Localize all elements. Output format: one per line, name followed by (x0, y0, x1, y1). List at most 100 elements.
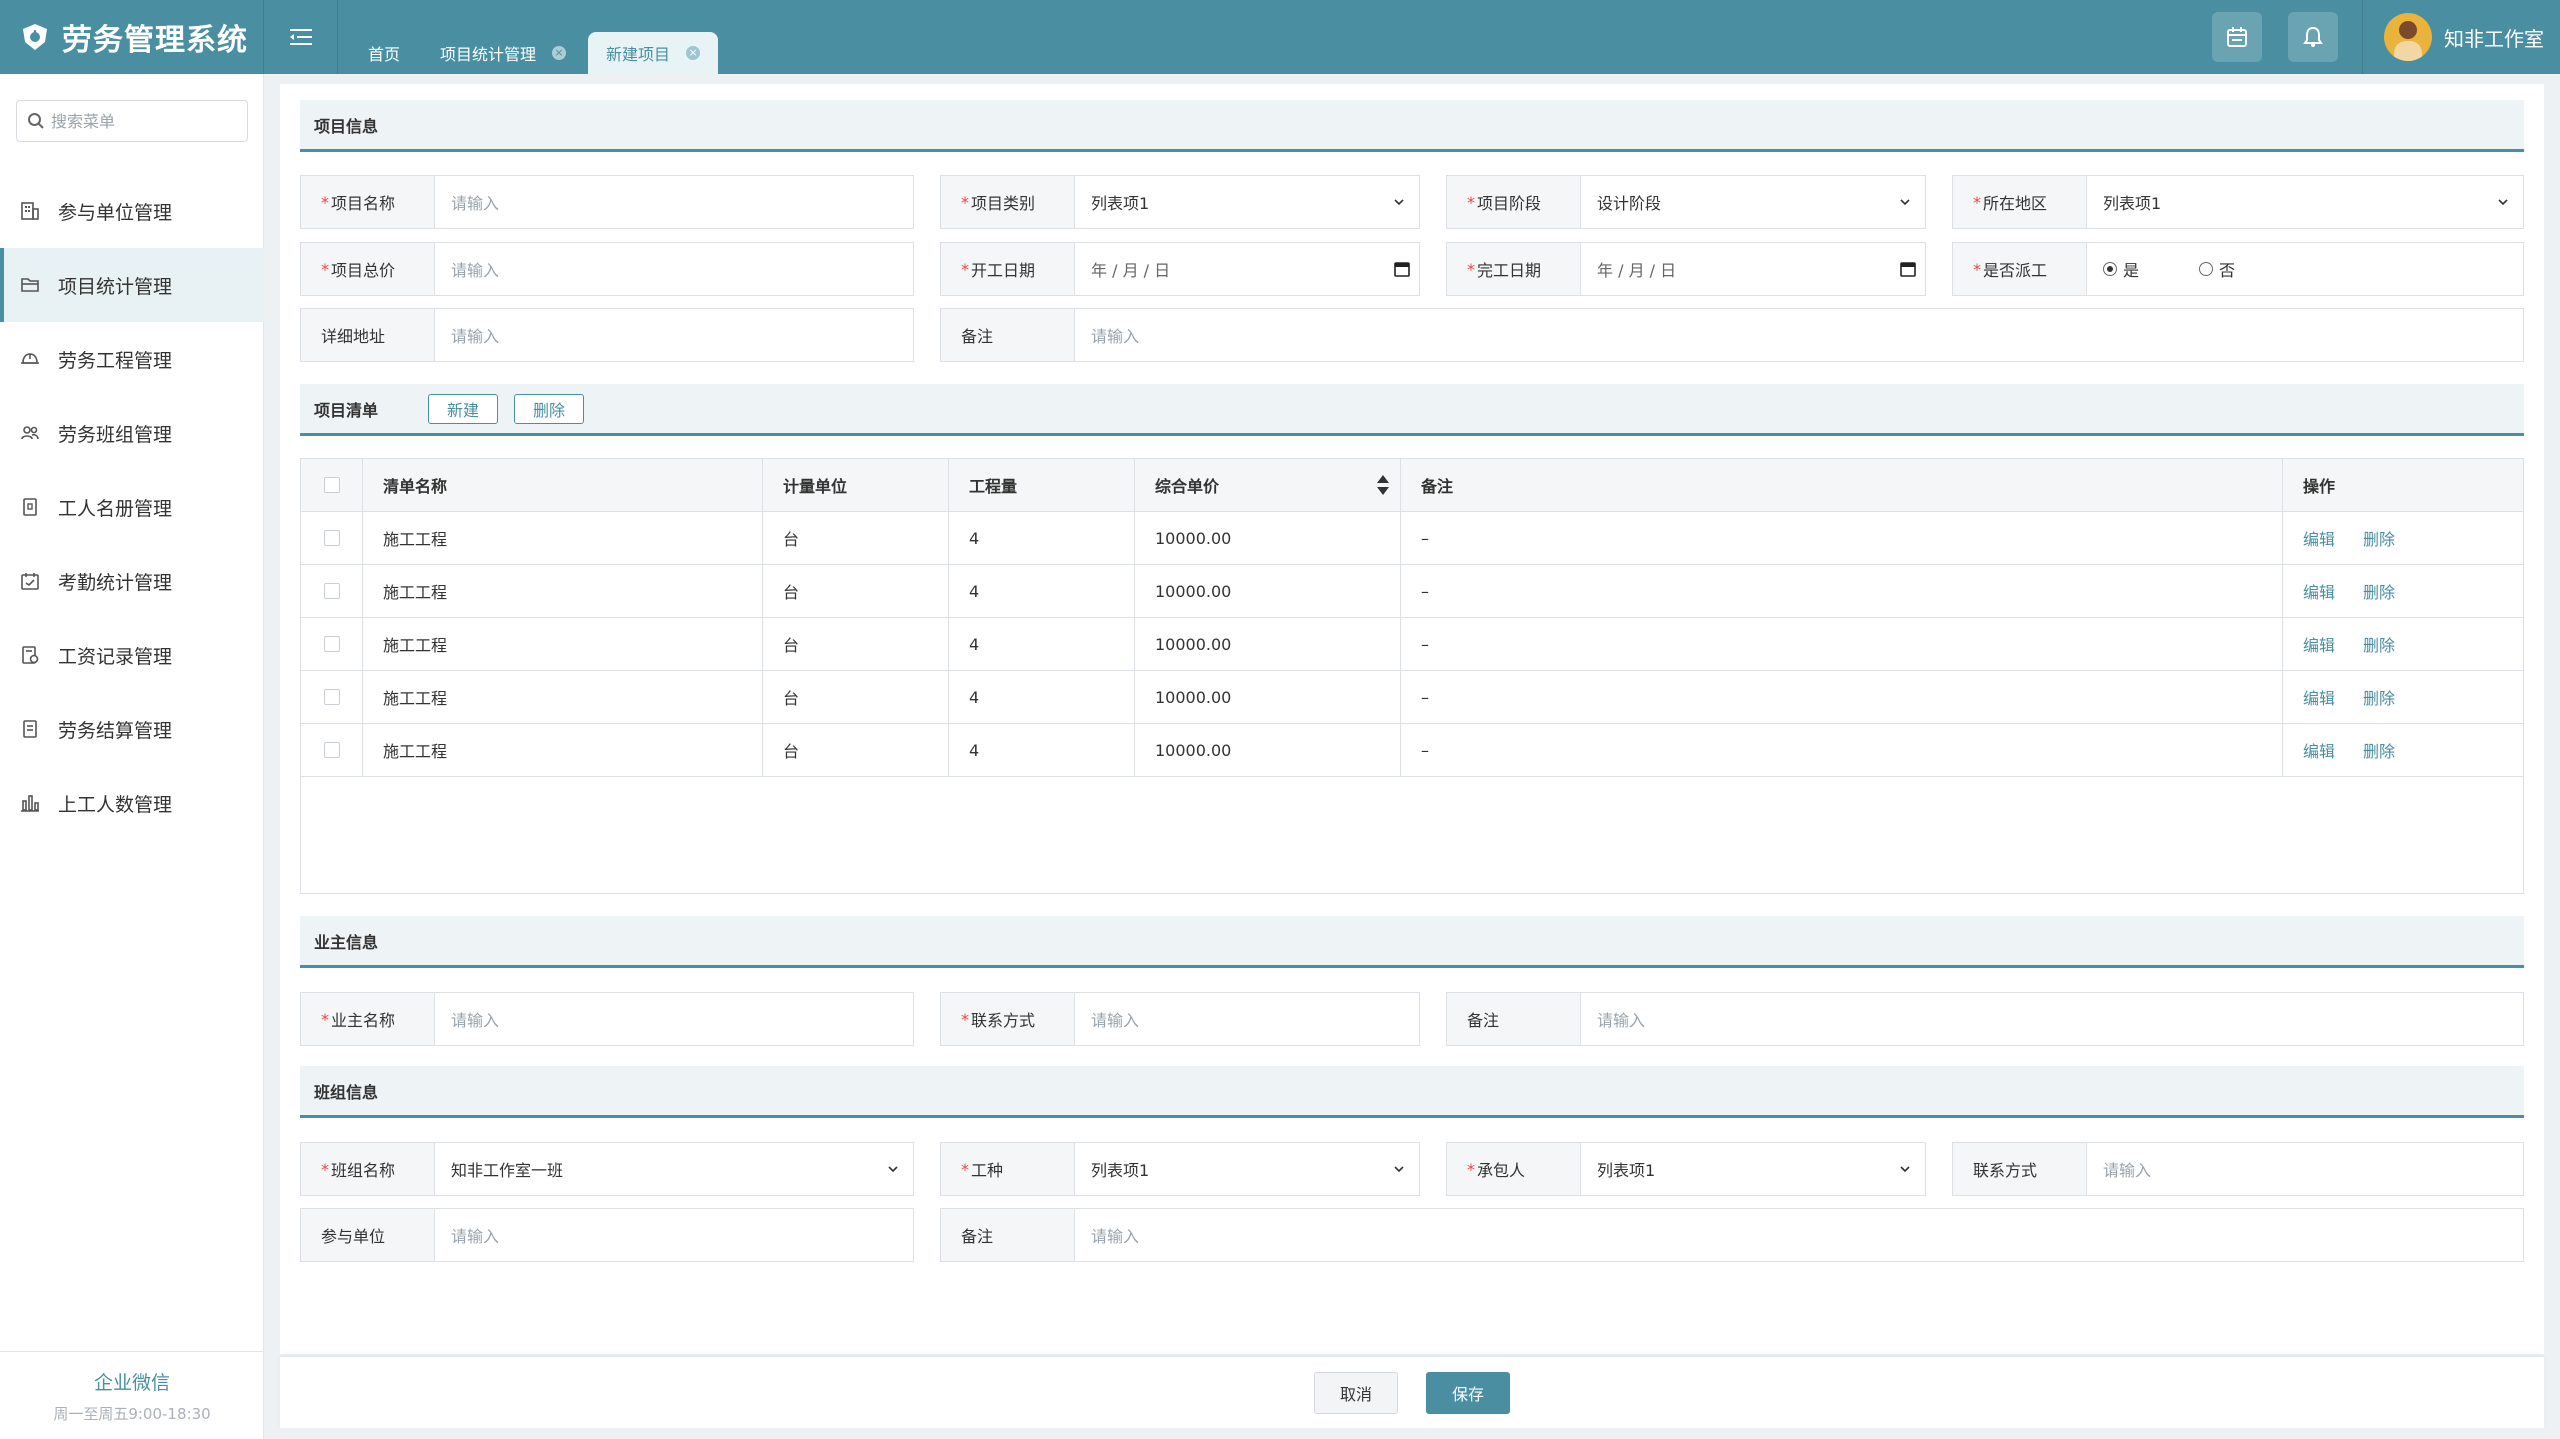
close-icon[interactable]: × (552, 46, 567, 60)
delete-link[interactable]: 删除 (2363, 526, 2395, 550)
edit-link[interactable]: 编辑 (2303, 738, 2335, 762)
end-date-input[interactable]: 年 / 月 / 日 (1581, 243, 1925, 295)
logo-icon (23, 24, 47, 50)
project-total-input[interactable]: 请输入 (435, 243, 913, 295)
project-category-select[interactable]: 列表项1 (1075, 176, 1419, 228)
row-checkbox[interactable] (323, 636, 340, 652)
save-button[interactable]: 保存 (1426, 1372, 1510, 1414)
sidebar-item-settlement[interactable]: 劳务结算管理 (0, 692, 264, 766)
select-all-checkbox[interactable] (323, 477, 340, 493)
section-project-info: 项目信息 (300, 100, 2524, 152)
app-title: 劳务管理系统 (62, 23, 248, 58)
trade-select[interactable]: 列表项1 (1075, 1143, 1419, 1195)
menu-toggle-button[interactable] (264, 0, 338, 74)
sidebar-item-labor-teams[interactable]: 劳务班组管理 (0, 396, 264, 470)
delete-bill-button[interactable]: 删除 (514, 393, 585, 424)
document-icon (23, 720, 37, 738)
chevron-down-icon (1900, 1166, 1910, 1173)
project-note-field: 备注 请输入 (940, 308, 2524, 362)
delete-link[interactable]: 删除 (2363, 632, 2395, 656)
team-note-input[interactable]: 请输入 (1075, 1209, 2523, 1261)
chevron-down-icon (1900, 199, 1910, 206)
calendar-icon[interactable] (1899, 260, 1917, 278)
sidebar-item-worker-roster[interactable]: 工人名册管理 (0, 470, 264, 544)
row-checkbox[interactable] (323, 742, 340, 758)
owner-name-input[interactable]: 请输入 (435, 993, 913, 1045)
contractor-select[interactable]: 列表项1 (1581, 1143, 1925, 1195)
edit-link[interactable]: 编辑 (2303, 526, 2335, 550)
delete-link[interactable]: 删除 (2363, 685, 2395, 709)
close-icon[interactable]: × (686, 46, 701, 60)
address-field: 详细地址 请输入 (300, 308, 914, 362)
row-checkbox[interactable] (323, 689, 340, 705)
delete-link[interactable]: 删除 (2363, 738, 2395, 762)
helmet-icon (21, 353, 39, 364)
tab-home[interactable]: 首页 (350, 32, 418, 74)
top-header: 劳务管理系统 首页 项目统计管理 × 新建项目 × 知非工作室 (0, 0, 2560, 74)
sort-icon[interactable] (1376, 473, 1390, 497)
dispatch-yes-radio[interactable]: 是 (2103, 257, 2139, 281)
row-checkbox[interactable] (323, 583, 340, 599)
start-date-input[interactable]: 年 / 月 / 日 (1075, 243, 1419, 295)
dispatch-field: * 是否派工 是 否 (1952, 242, 2524, 296)
sidebar-item-workers-count[interactable]: 上工人数管理 (0, 766, 264, 840)
tab-project-stats[interactable]: 项目统计管理 × (422, 32, 584, 74)
owner-note-field: 备注 请输入 (1446, 992, 2524, 1046)
project-category-field: * 项目类别 列表项1 (940, 175, 1420, 229)
search-icon (28, 113, 44, 129)
table-row: 施工工程 台 4 10000.00 – 编辑 删除 (301, 512, 2523, 565)
team-name-select[interactable]: 知非工作室一班 (435, 1143, 913, 1195)
sidebar-item-attendance[interactable]: 考勤统计管理 (0, 544, 264, 618)
address-input[interactable]: 请输入 (435, 309, 913, 361)
project-stage-select[interactable]: 设计阶段 (1581, 176, 1925, 228)
notification-button[interactable] (2288, 12, 2338, 62)
edit-link[interactable]: 编辑 (2303, 685, 2335, 709)
sidebar-item-project-stats[interactable]: 项目统计管理 (0, 248, 264, 322)
dispatch-no-radio[interactable]: 否 (2199, 257, 2235, 281)
menu-search[interactable] (16, 100, 248, 142)
folder-icon (21, 278, 39, 292)
column-header: 计量单位 (763, 459, 949, 511)
wecom-link[interactable]: 企业微信 (0, 1368, 264, 1395)
cancel-button[interactable]: 取消 (1314, 1372, 1398, 1414)
menu-search-input[interactable] (51, 111, 231, 131)
add-bill-button[interactable]: 新建 (428, 393, 499, 424)
user-name: 知非工作室 (2444, 26, 2544, 51)
calendar-button[interactable] (2212, 12, 2262, 62)
team-name-field: * 班组名称 知非工作室一班 (300, 1142, 914, 1196)
owner-contact-input[interactable]: 请输入 (1075, 993, 1419, 1045)
project-name-input[interactable]: 请输入 (435, 176, 913, 228)
team-note-field: 备注 请输入 (940, 1208, 2524, 1262)
delete-link[interactable]: 删除 (2363, 579, 2395, 603)
team-unit-input[interactable]: 请输入 (435, 1209, 913, 1261)
sidebar-item-participating-units[interactable]: 参与单位管理 (0, 174, 264, 248)
user-menu[interactable]: 知非工作室 (2384, 12, 2544, 62)
column-header: 备注 (1401, 459, 2283, 511)
region-select[interactable]: 列表项1 (2087, 176, 2523, 228)
edit-link[interactable]: 编辑 (2303, 632, 2335, 656)
table-row: 施工工程 台 4 10000.00 – 编辑 删除 (301, 618, 2523, 671)
region-field: * 所在地区 列表项1 (1952, 175, 2524, 229)
roster-icon (23, 498, 37, 516)
section-team-info: 班组信息 (300, 1066, 2524, 1118)
project-note-input[interactable]: 请输入 (1075, 309, 2523, 361)
calendar-icon[interactable] (1393, 260, 1411, 278)
sidebar-item-salary[interactable]: 工资记录管理 (0, 618, 264, 692)
row-checkbox[interactable] (323, 530, 340, 546)
team-contact-input[interactable]: 请输入 (2087, 1143, 2523, 1195)
start-date-field: * 开工日期 年 / 月 / 日 (940, 242, 1420, 296)
project-name-field: * 项目名称 请输入 (300, 175, 914, 229)
owner-note-input[interactable]: 请输入 (1581, 993, 2523, 1045)
service-hours: 周一至周五9:00-18:30 (53, 1405, 211, 1423)
app-logo[interactable]: 劳务管理系统 (0, 0, 264, 74)
owner-contact-field: * 联系方式 请输入 (940, 992, 1420, 1046)
project-total-field: * 项目总价 请输入 (300, 242, 914, 296)
sidebar: 参与单位管理 项目统计管理 劳务工程管理 劳务班组管理 工人名册管理 考勤统计管… (0, 74, 264, 1439)
chevron-down-icon (888, 1166, 898, 1173)
project-stage-field: * 项目阶段 设计阶段 (1446, 175, 1926, 229)
sidebar-item-labor-projects[interactable]: 劳务工程管理 (0, 322, 264, 396)
table-row: 施工工程 台 4 10000.00 – 编辑 删除 (301, 671, 2523, 724)
edit-link[interactable]: 编辑 (2303, 579, 2335, 603)
column-header-sortable[interactable]: 综合单价 (1135, 459, 1401, 511)
tab-new-project[interactable]: 新建项目 × (588, 32, 719, 74)
